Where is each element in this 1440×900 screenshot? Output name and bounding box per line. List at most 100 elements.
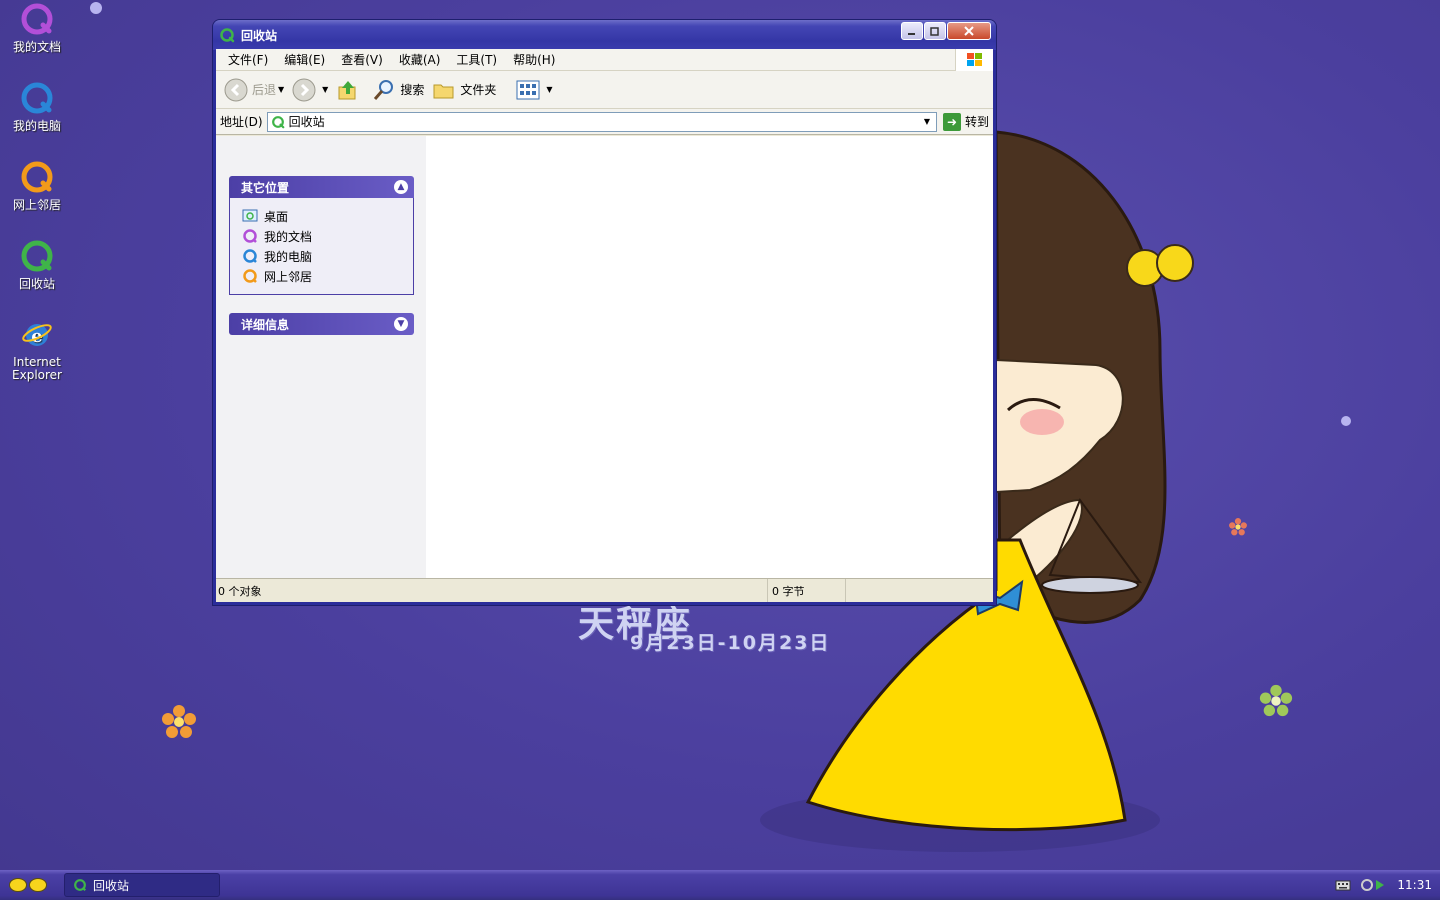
- desktop-icon: [242, 209, 258, 222]
- explorer-window: 回收站 文件(F) 编辑(E) 查看(V) 收藏(A) 工具(T) 帮助(H) …: [213, 20, 996, 605]
- place-link-my-documents[interactable]: 我的文档: [242, 226, 413, 246]
- expand-chevron-icon[interactable]: ▼: [394, 317, 408, 331]
- forward-dropdown-icon[interactable]: ▼: [322, 85, 328, 94]
- close-button[interactable]: [947, 22, 991, 40]
- taskbar: 回收站 11:31: [0, 870, 1440, 900]
- window-titlebar[interactable]: 回收站: [213, 20, 996, 50]
- menu-tools[interactable]: 工具(T): [448, 51, 505, 68]
- recycle-bin-icon: [74, 879, 87, 892]
- internet-explorer-icon: e: [22, 324, 52, 347]
- desktop-icon-network-places[interactable]: 网上邻居: [4, 161, 70, 212]
- search-icon: [374, 79, 394, 100]
- desktop-icon-label: 我的文档: [12, 40, 61, 54]
- place-link-my-computer[interactable]: 我的电脑: [242, 246, 413, 266]
- file-list-area[interactable]: [426, 136, 993, 578]
- recycle-bin-icon: [21, 240, 53, 272]
- go-label: 转到: [964, 115, 989, 129]
- clock[interactable]: 11:31: [1397, 878, 1432, 892]
- windows-logo: [955, 49, 993, 71]
- address-value: 回收站: [288, 115, 325, 129]
- start-logo-icon: [29, 878, 47, 892]
- wallpaper-dot: [90, 2, 102, 14]
- views-dropdown-icon[interactable]: ▼: [546, 85, 552, 94]
- details-panel: 详细信息 ▼: [229, 313, 414, 335]
- my-computer-icon: [243, 249, 257, 263]
- network-tray-icon[interactable]: [1359, 877, 1389, 893]
- menu-help[interactable]: 帮助(H): [505, 51, 563, 68]
- search-button[interactable]: 搜索: [372, 78, 424, 102]
- status-size: 0 字节: [768, 579, 846, 602]
- place-link-network-places[interactable]: 网上邻居: [242, 266, 413, 286]
- menu-favorites[interactable]: 收藏(A): [391, 51, 449, 68]
- collapse-chevron-icon[interactable]: ▲: [394, 180, 408, 194]
- up-folder-icon: [338, 80, 356, 99]
- start-logo-icon: [9, 878, 27, 892]
- wallpaper-dates: 9月23日-10月23日: [630, 632, 831, 654]
- place-label: 桌面: [264, 209, 289, 224]
- network-places-icon: [21, 161, 53, 193]
- desktop-icon-internet-explorer[interactable]: e Internet Explorer: [4, 318, 70, 382]
- desktop-icon-my-computer[interactable]: 我的电脑: [4, 82, 70, 133]
- minimize-button[interactable]: [901, 22, 923, 40]
- desktop-icon-label: 回收站: [18, 277, 55, 291]
- my-documents-icon: [21, 3, 53, 35]
- menu-bar: 文件(F) 编辑(E) 查看(V) 收藏(A) 工具(T) 帮助(H): [216, 49, 993, 71]
- desktop-icon-my-documents[interactable]: 我的文档: [4, 3, 70, 54]
- address-dropdown-icon[interactable]: ▼: [920, 115, 934, 129]
- place-label: 我的电脑: [264, 249, 313, 264]
- my-computer-icon: [21, 82, 53, 114]
- folders-button[interactable]: 文件夹: [432, 78, 496, 102]
- desktop-icon-label: Explorer: [12, 368, 62, 382]
- go-button[interactable]: ➜ 转到: [942, 112, 989, 131]
- standard-toolbar: 后退 ▼ ▼ 搜索 文件夹 ▼: [216, 71, 993, 109]
- other-places-title: 其它位置: [241, 180, 290, 195]
- keyboard-icon[interactable]: [1335, 879, 1351, 891]
- place-link-desktop[interactable]: 桌面: [242, 206, 413, 226]
- status-zone: [846, 579, 993, 602]
- menu-edit[interactable]: 编辑(E): [276, 51, 333, 68]
- my-documents-icon: [243, 229, 257, 243]
- task-pane: 其它位置 ▲ 桌面 我的文档 我的电脑 网上邻居 详细信息 ▼: [216, 136, 426, 578]
- address-input[interactable]: 回收站 ▼: [266, 111, 937, 132]
- folders-label: 文件夹: [460, 83, 497, 97]
- status-object-count: 0 个对象: [216, 579, 768, 602]
- details-header[interactable]: 详细信息 ▼: [229, 313, 414, 335]
- wallpaper-flower: [162, 705, 196, 738]
- taskbar-button-recycle-bin[interactable]: 回收站: [64, 873, 220, 897]
- close-icon: [964, 26, 974, 36]
- up-folder-button[interactable]: [336, 78, 364, 102]
- windows-flag-icon: [966, 53, 982, 66]
- restore-icon: [930, 27, 939, 36]
- views-button[interactable]: ▼: [516, 79, 553, 101]
- wallpaper-flower: [1259, 684, 1293, 717]
- other-places-header[interactable]: 其它位置 ▲: [229, 176, 414, 198]
- place-label: 网上邻居: [264, 269, 313, 284]
- wallpaper-dot: [1341, 416, 1351, 426]
- network-places-icon: [243, 269, 257, 283]
- recycle-bin-icon: [220, 28, 235, 43]
- back-label: 后退: [252, 83, 277, 97]
- start-button[interactable]: [0, 870, 56, 900]
- status-bar: 0 个对象 0 字节: [216, 578, 993, 602]
- back-dropdown-icon[interactable]: ▼: [278, 85, 284, 94]
- menu-file[interactable]: 文件(F): [220, 51, 276, 68]
- system-tray: 11:31: [1315, 870, 1440, 900]
- go-arrow-icon: ➜: [942, 112, 961, 131]
- folder-icon: [433, 84, 454, 98]
- desktop-icon-label: 我的电脑: [12, 119, 61, 133]
- minimize-icon: [908, 33, 915, 35]
- details-title: 详细信息: [241, 317, 290, 332]
- desktop-icon-recycle-bin[interactable]: 回收站: [4, 240, 70, 291]
- forward-button[interactable]: ▼: [292, 78, 328, 102]
- forward-arrow-icon: [292, 78, 316, 101]
- desktop-icon-label: 网上邻居: [12, 198, 61, 212]
- window-title: 回收站: [241, 28, 278, 43]
- taskbar-button-label: 回收站: [93, 878, 130, 893]
- views-grid-icon: [516, 80, 540, 99]
- place-label: 我的文档: [264, 229, 313, 244]
- address-label: 地址(D): [220, 115, 263, 129]
- back-button[interactable]: 后退 ▼: [224, 78, 284, 102]
- recycle-bin-icon: [271, 115, 284, 128]
- menu-view[interactable]: 查看(V): [333, 51, 391, 68]
- maximize-button[interactable]: [924, 22, 946, 40]
